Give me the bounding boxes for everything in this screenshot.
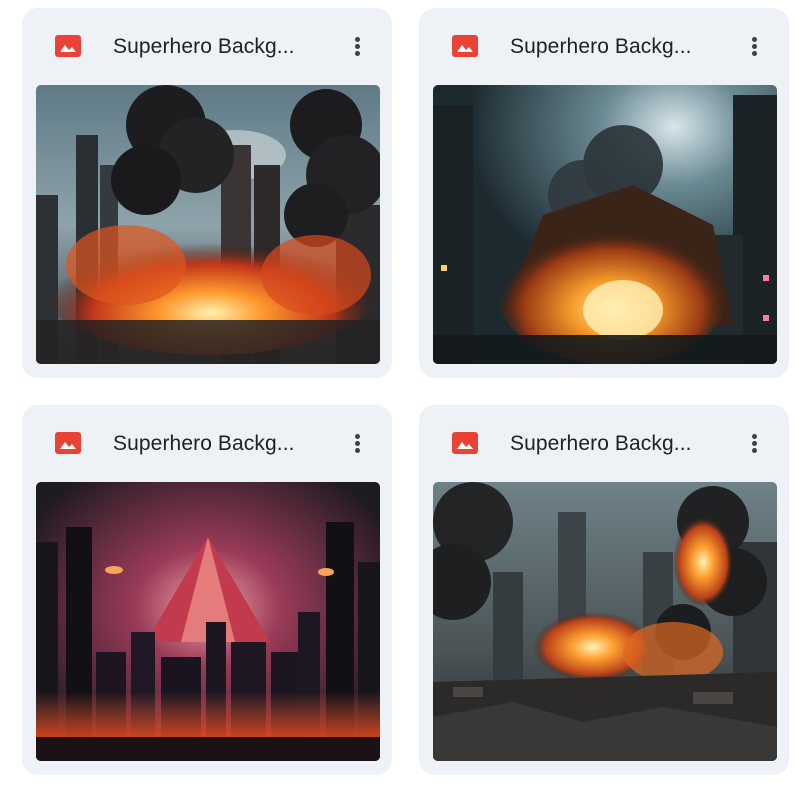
image-file-icon bbox=[55, 35, 81, 57]
file-card-header: Superhero Backg... bbox=[419, 8, 789, 85]
file-grid: Superhero Backg... Superhero Backg... Su… bbox=[0, 0, 802, 790]
image-file-icon bbox=[452, 35, 478, 57]
more-vert-icon[interactable] bbox=[340, 425, 374, 461]
file-name[interactable]: Superhero Backg... bbox=[510, 431, 720, 457]
red-pyramid-city-thumbnail[interactable] bbox=[36, 482, 380, 761]
image-file-icon bbox=[55, 432, 81, 454]
more-vert-icon[interactable] bbox=[737, 425, 771, 461]
more-vert-icon[interactable] bbox=[737, 28, 771, 64]
file-card[interactable]: Superhero Backg... bbox=[22, 405, 392, 775]
file-card-header: Superhero Backg... bbox=[22, 8, 392, 85]
file-card[interactable]: Superhero Backg... bbox=[22, 8, 392, 378]
file-card-header: Superhero Backg... bbox=[22, 405, 392, 482]
more-vert-icon[interactable] bbox=[340, 28, 374, 64]
file-name[interactable]: Superhero Backg... bbox=[113, 34, 323, 60]
city-explosion-smoke-thumbnail[interactable] bbox=[36, 85, 380, 364]
file-card[interactable]: Superhero Backg... bbox=[419, 405, 789, 775]
file-name[interactable]: Superhero Backg... bbox=[113, 431, 323, 457]
ruined-street-fire-thumbnail[interactable] bbox=[433, 482, 777, 761]
file-name[interactable]: Superhero Backg... bbox=[510, 34, 720, 60]
building-fireball-night-thumbnail[interactable] bbox=[433, 85, 777, 364]
file-card[interactable]: Superhero Backg... bbox=[419, 8, 789, 378]
image-file-icon bbox=[452, 432, 478, 454]
file-card-header: Superhero Backg... bbox=[419, 405, 789, 482]
